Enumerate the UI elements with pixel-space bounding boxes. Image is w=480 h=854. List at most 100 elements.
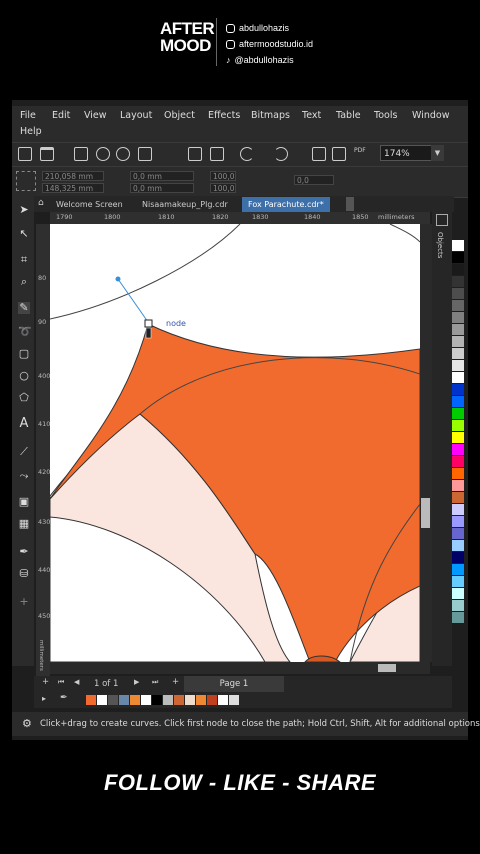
pick-tool-icon[interactable]: ➤	[18, 204, 30, 216]
document-palette-swatch[interactable]	[141, 695, 151, 705]
document-palette-swatch[interactable]	[174, 695, 184, 705]
y-position-field[interactable]: 148,325 mm	[42, 183, 104, 193]
scale-y-field[interactable]: 100,0	[210, 183, 236, 193]
palette-swatch[interactable]	[452, 600, 464, 611]
palette-swatch[interactable]	[452, 336, 464, 347]
ellipse-tool-icon[interactable]: ○	[18, 370, 30, 382]
horizontal-scroll-thumb[interactable]	[378, 664, 396, 672]
objects-docker-tab[interactable]: Objects	[436, 232, 444, 258]
document-palette-swatch[interactable]	[207, 695, 217, 705]
document-palette-swatch[interactable]	[97, 695, 107, 705]
copy-icon[interactable]	[188, 147, 202, 161]
palette-swatch[interactable]	[452, 444, 464, 455]
palette-swatch[interactable]	[452, 408, 464, 419]
palette-swatch[interactable]	[452, 492, 464, 503]
document-palette-swatch[interactable]	[218, 695, 228, 705]
document-palette-swatch[interactable]	[119, 695, 129, 705]
menu-tools[interactable]: Tools	[374, 110, 397, 121]
tab-close-icon[interactable]	[346, 197, 354, 211]
menu-bitmaps[interactable]: Bitmaps	[251, 110, 290, 121]
save-icon[interactable]	[74, 147, 88, 161]
eyedropper-icon[interactable]: ✒	[18, 546, 30, 558]
zoom-tool-icon[interactable]: ⌕	[18, 276, 30, 288]
document-palette-swatch[interactable]	[108, 695, 118, 705]
width-field[interactable]: 0,0 mm	[130, 171, 194, 181]
chevron-down-icon[interactable]: ▼	[431, 145, 444, 161]
menu-help[interactable]: Help	[20, 126, 42, 137]
menu-view[interactable]: View	[84, 110, 107, 121]
palette-arrow-icon[interactable]: ▸	[42, 694, 46, 703]
add-tool-icon[interactable]: +	[18, 596, 30, 608]
eyedropper-icon[interactable]: ✒	[60, 693, 68, 703]
objects-docker-icon[interactable]	[436, 214, 448, 226]
tab-welcome-screen[interactable]: Welcome Screen	[50, 197, 129, 212]
palette-swatch[interactable]	[452, 612, 464, 623]
palette-swatch[interactable]	[452, 588, 464, 599]
palette-swatch[interactable]	[452, 240, 464, 251]
document-palette-swatch[interactable]	[185, 695, 195, 705]
tab-fox-parachute[interactable]: Fox Parachute.cdr*	[242, 197, 330, 212]
prev-page-icon[interactable]: ◀	[74, 678, 79, 686]
vertical-scroll-thumb[interactable]	[421, 498, 430, 528]
cloud-upload-icon[interactable]	[96, 147, 110, 161]
menu-window[interactable]: Window	[412, 110, 449, 121]
rotation-angle-field[interactable]: 0,0	[294, 175, 334, 185]
redo-icon[interactable]	[274, 147, 288, 161]
palette-swatch[interactable]	[452, 528, 464, 539]
first-page-icon[interactable]: ⏮	[58, 678, 64, 687]
document-palette-swatch[interactable]	[152, 695, 162, 705]
menu-text[interactable]: Text	[302, 110, 321, 121]
palette-swatch[interactable]	[452, 264, 464, 275]
palette-swatch[interactable]	[452, 456, 464, 467]
undo-icon[interactable]	[240, 147, 254, 161]
palette-swatch[interactable]	[452, 480, 464, 491]
publish-pdf-icon[interactable]: PDF	[354, 147, 366, 154]
rectangle-tool-icon[interactable]: ▢	[18, 348, 30, 360]
palette-swatch[interactable]	[452, 252, 464, 263]
palette-swatch[interactable]	[452, 348, 464, 359]
drop-shadow-icon[interactable]: ▣	[18, 496, 30, 508]
palette-swatch[interactable]	[452, 504, 464, 515]
home-icon[interactable]: ⌂	[38, 198, 44, 208]
palette-swatch[interactable]	[452, 396, 464, 407]
document-palette-swatch[interactable]	[130, 695, 140, 705]
document-palette-swatch[interactable]	[229, 695, 239, 705]
palette-swatch[interactable]	[452, 468, 464, 479]
horizontal-scrollbar[interactable]	[50, 662, 430, 674]
palette-swatch[interactable]	[452, 372, 464, 383]
palette-swatch[interactable]	[452, 432, 464, 443]
menu-effects[interactable]: Effects	[208, 110, 240, 121]
shape-tool-icon[interactable]: ↖	[18, 228, 30, 240]
document-palette-swatch[interactable]	[196, 695, 206, 705]
palette-swatch[interactable]	[452, 516, 464, 527]
transparency-tool-icon[interactable]: ▦	[18, 518, 30, 530]
palette-swatch[interactable]	[452, 360, 464, 371]
palette-swatch[interactable]	[452, 564, 464, 575]
height-field[interactable]: 0,0 mm	[130, 183, 194, 193]
palette-swatch[interactable]	[452, 312, 464, 323]
next-page-icon[interactable]: ▶	[134, 678, 139, 686]
palette-swatch[interactable]	[452, 300, 464, 311]
vertical-scrollbar[interactable]	[420, 224, 432, 662]
palette-swatch[interactable]	[452, 420, 464, 431]
bezier-tool-icon[interactable]: ✎	[18, 302, 30, 314]
menu-edit[interactable]: Edit	[52, 110, 70, 121]
tab-page-1[interactable]: Page 1	[184, 676, 284, 692]
tab-nisaamakeup[interactable]: Nisaamakeup_Plg.cdr	[136, 197, 234, 212]
palette-swatch[interactable]	[452, 540, 464, 551]
parallel-dimension-icon[interactable]: ⟋	[18, 446, 30, 458]
new-document-icon[interactable]	[18, 147, 32, 161]
palette-swatch[interactable]	[452, 576, 464, 587]
palette-swatch[interactable]	[452, 324, 464, 335]
last-page-icon[interactable]: ⏭	[152, 678, 158, 687]
text-tool-icon[interactable]: A	[18, 417, 30, 430]
interactive-fill-icon[interactable]: ⛁	[18, 568, 30, 580]
x-position-field[interactable]: 210,058 mm	[42, 171, 104, 181]
menu-layout[interactable]: Layout	[120, 110, 152, 121]
connector-tool-icon[interactable]: ⤳	[18, 470, 30, 482]
open-folder-icon[interactable]	[40, 147, 54, 161]
artistic-media-icon[interactable]: ➰	[18, 326, 32, 338]
gear-icon[interactable]: ⚙	[22, 712, 32, 736]
document-palette-swatch[interactable]	[86, 695, 96, 705]
palette-swatch[interactable]	[452, 384, 464, 395]
